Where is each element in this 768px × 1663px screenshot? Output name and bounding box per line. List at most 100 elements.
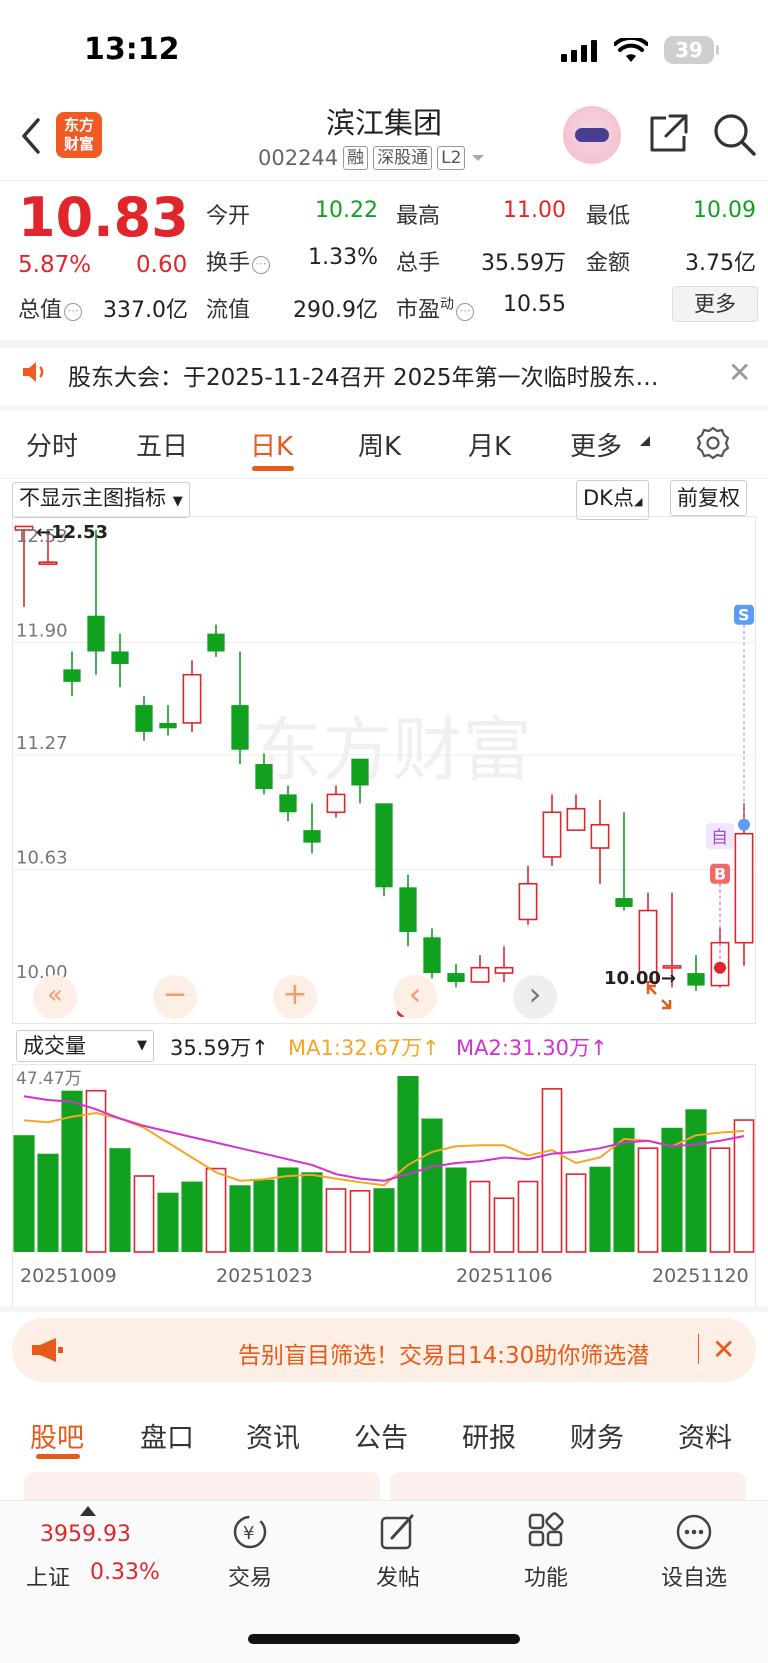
tag-level2: L2 [437, 146, 466, 170]
assistant-avatar[interactable] [563, 106, 621, 164]
gear-icon[interactable] [696, 426, 730, 460]
float-value-label: 流值 [206, 298, 251, 323]
turnover-label[interactable]: 换手 ⋯ [206, 245, 271, 277]
tab-profile[interactable]: 资料 [678, 1416, 732, 1455]
megaphone-icon [32, 1338, 63, 1362]
share-icon[interactable] [646, 112, 690, 156]
candle-body [63, 669, 81, 682]
tab-forum[interactable]: 股吧 [30, 1416, 84, 1455]
candle [542, 794, 562, 866]
stock-code-row[interactable]: 002244 融 深股通 L2 [258, 146, 486, 170]
status-time: 13:12 [84, 32, 180, 67]
chevron-down-icon [472, 155, 485, 161]
buy-marker-text: B [714, 865, 726, 884]
candle [135, 696, 153, 741]
candle [231, 651, 249, 765]
bottom-trade[interactable]: 交易 [200, 1560, 300, 1592]
candle [518, 865, 538, 925]
more-button[interactable]: 更多 [672, 286, 758, 322]
candle-body [351, 758, 369, 786]
tab-financials[interactable]: 财务 [570, 1416, 624, 1455]
volume-bar [277, 1167, 299, 1252]
tab-more[interactable]: 更多 [570, 426, 622, 463]
candle [566, 794, 586, 831]
change-percent: 5.87% [18, 252, 92, 278]
volume-indicator-select[interactable]: 成交量 ▼ [16, 1030, 154, 1062]
last-price: 10.83 [18, 186, 189, 249]
indicator-select[interactable]: 不显示主图指标 ▼ [12, 482, 190, 518]
candlestick-chart[interactable]: 东方财富 12.5311.9011.2710.6310.00←12.5310.0… [12, 516, 756, 1024]
y-tick-label: 11.90 [16, 621, 68, 642]
tab-monthly-k[interactable]: 月K [468, 426, 511, 463]
functions-icon[interactable] [526, 1512, 566, 1552]
signal-icon [561, 40, 597, 62]
x-tick-label: 20251009 [20, 1265, 117, 1287]
candle-body [111, 651, 129, 664]
tab-news[interactable]: 资讯 [246, 1416, 300, 1455]
y-tick-label: 10.63 [16, 847, 68, 868]
x-tick-label: 20251106 [456, 1265, 553, 1287]
volume-chart[interactable]: 47.47万 20251009 20251023 20251106 20251120 [12, 1064, 756, 1308]
candle [207, 624, 225, 657]
high-label: 最高 [396, 204, 441, 229]
float-value: 290.9亿 [293, 298, 378, 323]
volume-bar [157, 1192, 179, 1252]
volume-bar [709, 1147, 731, 1253]
candle-body [303, 830, 321, 843]
index-percent[interactable]: 0.33% [90, 1560, 160, 1585]
tab-five-day[interactable]: 五日 [136, 426, 188, 463]
volume-bar [349, 1190, 371, 1253]
promo-text[interactable]: 告别盲目筛选！交易日14:30助你筛选潜 [238, 1336, 649, 1370]
tab-intraday[interactable]: 分时 [26, 426, 78, 463]
total-value: 337.0亿 [103, 298, 188, 323]
prev-button[interactable]: ‹ [393, 975, 437, 1019]
dk-select[interactable]: DK点◢ [576, 480, 650, 520]
tab-orderbook[interactable]: 盘口 [140, 1416, 194, 1455]
candle-body [494, 966, 514, 974]
adjust-select[interactable]: 前复权 [670, 480, 747, 516]
volume-bar [733, 1119, 755, 1253]
candle-body [279, 794, 297, 813]
expand-icon[interactable] [644, 982, 674, 1012]
search-icon[interactable] [712, 112, 758, 158]
candle [303, 803, 321, 854]
index-name[interactable]: 上证 [26, 1560, 70, 1592]
volume-bar [517, 1180, 539, 1253]
candle [423, 928, 441, 979]
zoom-in-button[interactable]: + [273, 975, 317, 1019]
trade-icon[interactable]: ¥ [230, 1512, 270, 1552]
amount-label: 金额 [586, 251, 631, 276]
candle-body [231, 705, 249, 750]
candle [87, 530, 105, 675]
index-value[interactable]: 3959.93 [40, 1522, 131, 1547]
zoom-out-button[interactable]: − [153, 975, 197, 1019]
notice-text[interactable]: 股东大会：于2025-11-24召开 2025年第一次临时股东大会 [68, 358, 678, 392]
tab-announcements[interactable]: 公告 [354, 1416, 408, 1455]
candle [399, 874, 417, 947]
x-tick-label: 20251120 [652, 1265, 749, 1287]
more-dots-icon[interactable] [674, 1512, 714, 1552]
tab-research[interactable]: 研报 [462, 1416, 516, 1455]
up-arrow-icon [80, 1506, 96, 1516]
bottom-functions[interactable]: 功能 [496, 1560, 596, 1592]
bottom-add-watchlist[interactable]: 设自选 [644, 1560, 744, 1592]
rewind-button[interactable]: « [33, 975, 77, 1019]
candle-body [687, 973, 705, 986]
banner-close-icon[interactable]: ✕ [712, 1333, 735, 1366]
tab-weekly-k[interactable]: 周K [358, 426, 401, 463]
candle-body [375, 803, 393, 888]
next-button[interactable]: › [513, 975, 557, 1019]
pe-label[interactable]: 市盈动 ⋯ [396, 292, 475, 324]
bottom-post[interactable]: 发帖 [348, 1560, 448, 1592]
tab-daily-k[interactable]: 日K [250, 426, 293, 463]
candle-body [255, 764, 273, 790]
wifi-icon [614, 38, 648, 62]
close-icon[interactable]: ✕ [728, 356, 751, 389]
tab-active-indicator [252, 466, 294, 471]
post-icon[interactable] [378, 1512, 418, 1552]
tag-margin: 融 [343, 146, 369, 170]
candle-body [447, 973, 465, 982]
candle-body [326, 793, 346, 814]
candle-body [38, 561, 58, 565]
total-value-label[interactable]: 总值 ⋯ [18, 292, 83, 324]
